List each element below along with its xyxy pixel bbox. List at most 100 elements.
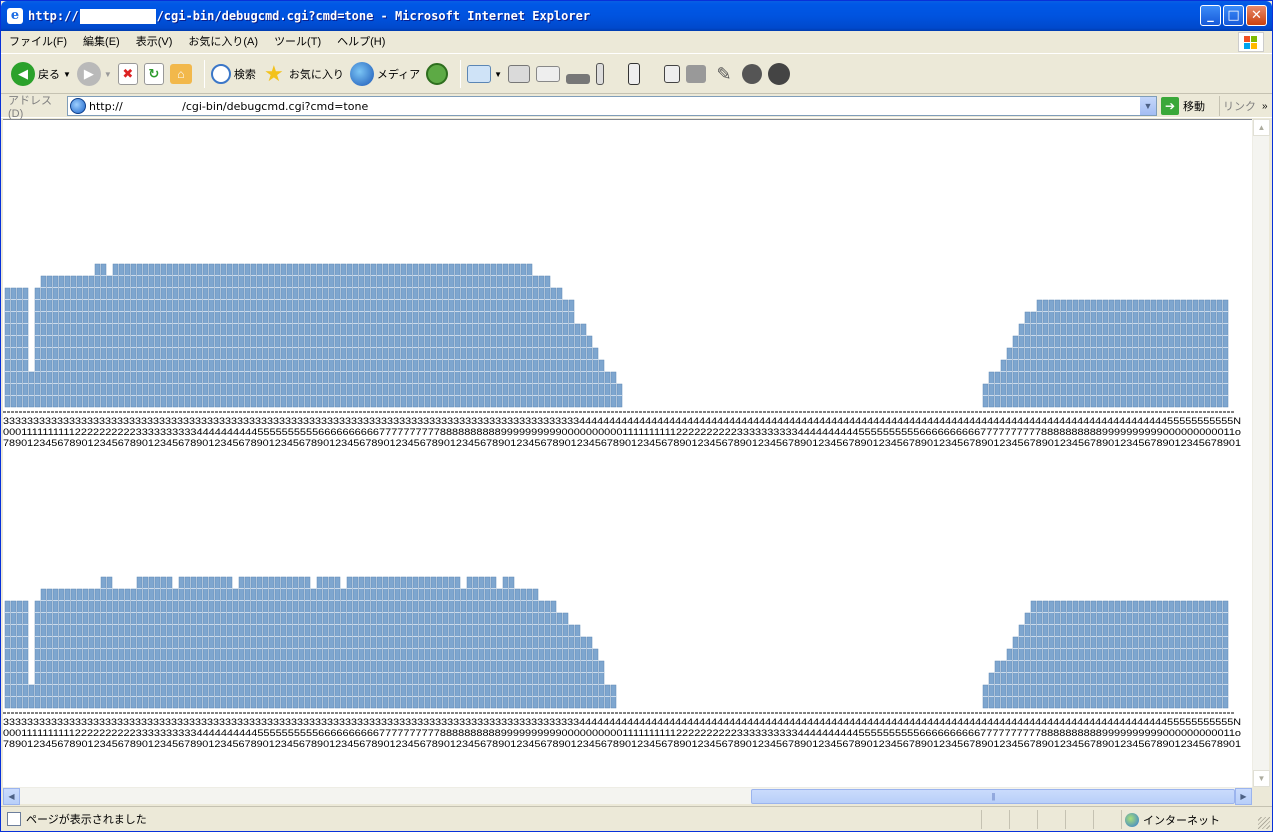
close-button[interactable]: ✕ <box>1246 5 1267 26</box>
window-title-suffix: /cgi-bin/debugcmd.cgi?cmd=tone - Microso… <box>156 9 591 23</box>
address-url[interactable]: http:// /cgi-bin/debugcmd.cgi?cmd=tone <box>89 100 368 113</box>
tone-column <box>160 576 167 709</box>
speaker-icon <box>628 63 640 85</box>
refresh-button[interactable]: ↻ <box>143 58 164 90</box>
minimize-button[interactable]: _ <box>1200 5 1221 26</box>
calendar-icon <box>664 65 680 83</box>
history-button[interactable] <box>426 58 449 90</box>
tone-column <box>166 576 173 709</box>
tone-column <box>394 576 401 709</box>
status-cell <box>1065 810 1093 829</box>
disk-drive-icon <box>566 74 590 84</box>
forward-button[interactable]: ▶ ▼ <box>76 58 112 90</box>
history-clock-icon <box>426 63 449 85</box>
tool-button-2[interactable] <box>596 58 604 90</box>
scroll-right-icon[interactable]: ▶ <box>1235 788 1252 805</box>
tone-column <box>1078 299 1085 408</box>
tool-button-4[interactable] <box>646 58 680 90</box>
tone-column <box>1222 299 1229 408</box>
tone-column <box>268 576 275 709</box>
security-zone[interactable]: インターネット <box>1121 810 1220 829</box>
tone-column <box>88 275 95 408</box>
tool-button-5[interactable] <box>686 58 706 90</box>
tool-button-3[interactable] <box>610 58 640 90</box>
menu-help[interactable]: ヘルプ(H) <box>329 32 393 52</box>
scroll-up-icon[interactable]: ▲ <box>1253 119 1270 136</box>
tone-column <box>1174 600 1181 709</box>
tone-column <box>238 576 245 709</box>
tone-column <box>490 576 497 709</box>
tone-column <box>208 576 215 709</box>
tone-column <box>1192 600 1199 709</box>
links-toolbar[interactable]: リンク » <box>1219 96 1268 116</box>
edit-button[interactable] <box>536 58 560 90</box>
usb-icon <box>596 63 604 85</box>
tone-panel: 3333333333333333333333333333333333333333… <box>3 576 1241 749</box>
horizontal-scrollbar[interactable]: ◀ ||| ▶ <box>3 787 1252 805</box>
window-title-prefix: http:// <box>28 9 79 23</box>
go-button[interactable]: ➔ 移動 <box>1161 96 1205 116</box>
tone-column <box>1114 299 1121 408</box>
gear-icon <box>742 64 762 84</box>
forward-dropdown-icon[interactable]: ▼ <box>104 70 112 79</box>
tone-column <box>1156 299 1163 408</box>
tool-button-8[interactable] <box>768 58 790 90</box>
menu-favorites[interactable]: お気に入り(A) <box>180 32 266 52</box>
menu-file[interactable]: ファイル(F) <box>1 32 75 52</box>
horizontal-scroll-thumb[interactable]: ||| <box>751 789 1235 804</box>
favorites-button[interactable]: ★ お気に入り <box>262 58 344 90</box>
media-button[interactable]: メディア <box>349 58 420 90</box>
scroll-down-icon[interactable]: ▼ <box>1253 770 1270 787</box>
tone-column <box>286 576 293 709</box>
tone-column <box>1060 600 1067 709</box>
mail-button[interactable]: ▼ <box>467 58 502 90</box>
tone-column <box>1120 600 1127 709</box>
tone-column <box>994 371 1001 408</box>
stop-button[interactable]: ✖ <box>117 58 138 90</box>
home-button[interactable]: ⌂ <box>169 58 192 90</box>
resize-grip-icon[interactable] <box>1258 817 1270 829</box>
tone-column <box>1126 299 1133 408</box>
tone-column <box>1072 600 1079 709</box>
vertical-scrollbar[interactable]: ▲ ▼ <box>1252 119 1270 787</box>
search-label: 検索 <box>233 69 256 81</box>
scroll-left-icon[interactable]: ◀ <box>3 788 20 805</box>
tone-column <box>466 576 473 709</box>
tone-column <box>358 576 365 709</box>
page-content: 3333333333333333333333333333333333333333… <box>3 119 1252 787</box>
tone-column <box>1048 600 1055 709</box>
browser-window: e http:// /cgi-bin/debugcmd.cgi?cmd=tone… <box>0 0 1273 832</box>
mail-dropdown-icon[interactable]: ▼ <box>494 70 502 79</box>
back-button[interactable]: ◀ 戻る ▼ <box>11 58 71 90</box>
menu-tools[interactable]: ツール(T) <box>266 32 329 52</box>
tone-column <box>370 576 377 709</box>
redacted-host <box>79 8 156 24</box>
messenger-button[interactable] <box>566 58 590 90</box>
tone-column <box>1060 299 1067 408</box>
menu-edit[interactable]: 編集(E) <box>75 32 128 52</box>
tone-column <box>592 648 599 709</box>
windows-logo-icon <box>1238 32 1264 52</box>
search-button[interactable]: 検索 <box>210 58 256 90</box>
tone-column <box>508 576 515 709</box>
tone-column <box>1180 600 1187 709</box>
chevron-right-icon[interactable]: » <box>1262 101 1268 112</box>
address-dropdown-icon[interactable]: ▼ <box>1139 97 1156 115</box>
tone-column <box>454 576 461 709</box>
tone-panel: 3333333333333333333333333333333333333333… <box>3 263 1241 448</box>
tone-column <box>1222 600 1229 709</box>
tone-column <box>1198 600 1205 709</box>
pencil-icon: ✎ <box>716 63 732 84</box>
tone-column <box>178 576 185 709</box>
back-dropdown-icon[interactable]: ▼ <box>63 70 71 79</box>
menu-view[interactable]: 表示(V) <box>128 32 181 52</box>
maximize-button[interactable]: □ <box>1223 5 1244 26</box>
print-button[interactable] <box>508 58 530 90</box>
title-bar[interactable]: e http:// /cgi-bin/debugcmd.cgi?cmd=tone… <box>1 1 1272 31</box>
tone-column <box>1132 299 1139 408</box>
address-input[interactable]: http:// /cgi-bin/debugcmd.cgi?cmd=tone ▼ <box>67 96 1157 116</box>
tone-column <box>1138 600 1145 709</box>
tool-button-7[interactable] <box>742 58 762 90</box>
tool-button-6[interactable]: ✎ <box>712 58 736 90</box>
tone-column <box>4 600 11 709</box>
